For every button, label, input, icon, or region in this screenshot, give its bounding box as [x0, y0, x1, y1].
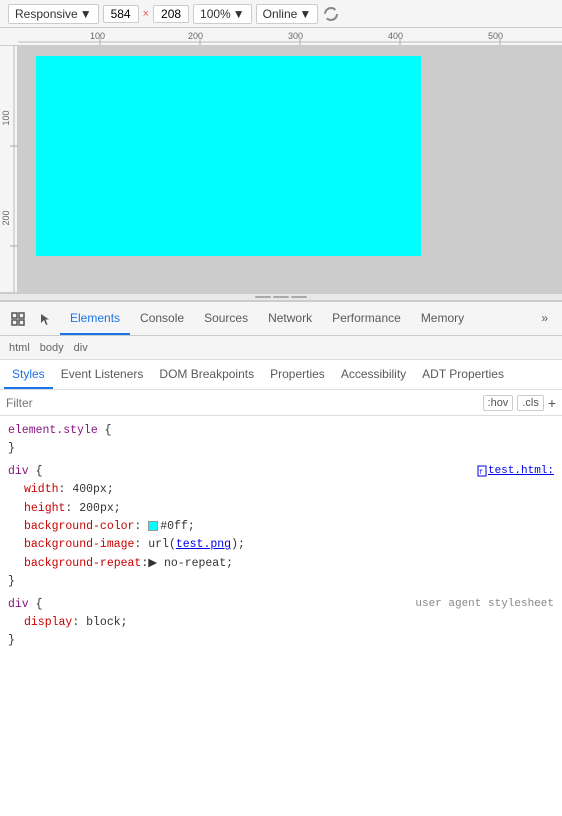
canvas-area: 75% 40%	[18, 46, 562, 292]
subtab-adt-properties[interactable]: ADT Properties	[414, 361, 512, 389]
val-bgimage-url[interactable]: test.png	[176, 538, 231, 551]
tab-elements[interactable]: Elements	[60, 303, 130, 335]
rule-selector-line: element.style {	[8, 422, 554, 440]
val-bgrepeat: no-repeat	[164, 557, 226, 570]
ua-comment: user agent stylesheet	[415, 596, 554, 614]
cursor-icon-btn[interactable]	[32, 305, 60, 333]
selector-ua-div: div	[8, 598, 29, 611]
rule-div-close: }	[8, 573, 554, 591]
val-width: 400px	[72, 483, 107, 496]
color-swatch[interactable]	[148, 521, 158, 531]
height-input[interactable]	[153, 5, 189, 23]
rule-ua-div: div { user agent stylesheet display: blo…	[0, 594, 562, 653]
subtab-properties[interactable]: Properties	[262, 361, 333, 389]
subtab-accessibility[interactable]: Accessibility	[333, 361, 414, 389]
zoom-chevron: ▼	[233, 7, 245, 21]
cls-button[interactable]: .cls	[517, 395, 544, 411]
width-input[interactable]	[103, 5, 139, 23]
no-throttle-icon[interactable]	[322, 5, 340, 23]
viewport: 100 200 300 400 500 100 200	[0, 28, 562, 293]
svg-text:400: 400	[388, 31, 403, 41]
prop-bgimage-line: background-image: url(test.png);	[8, 536, 554, 554]
css-rules-area: element.style { } div { f test.htm	[0, 416, 562, 816]
rule-div-header: div { f test.html:	[8, 463, 554, 481]
zoom-label: 100%	[200, 7, 231, 21]
rule-ua-header: div { user agent stylesheet	[8, 596, 554, 614]
open-brace-1: {	[105, 424, 112, 437]
online-label: Online	[263, 7, 298, 21]
open-brace-3: {	[36, 598, 43, 611]
prop-width: width	[24, 483, 59, 496]
prop-bgrepeat: background-repeat	[24, 557, 141, 570]
rule-div: div { f test.html: width: 400px; height:…	[0, 461, 562, 594]
prop-width-line: width: 400px;	[8, 481, 554, 499]
selector-element-style: element.style	[8, 424, 98, 437]
prop-bgimage: background-image	[24, 538, 134, 551]
prop-height-line: height: 200px;	[8, 500, 554, 518]
subtab-dom-breakpoints[interactable]: DOM Breakpoints	[151, 361, 262, 389]
breadcrumb-html[interactable]: html	[6, 341, 33, 355]
prop-bgcolor-line: background-color: #0ff;	[8, 518, 554, 536]
prop-display: display	[24, 616, 72, 629]
tab-console[interactable]: Console	[130, 303, 194, 335]
more-tabs-button[interactable]: »	[531, 303, 558, 335]
filter-input[interactable]	[6, 396, 479, 410]
rule-div-selector-line: div {	[8, 463, 43, 481]
selector-div: div	[8, 465, 29, 478]
close-brace-2: }	[8, 575, 15, 588]
online-chevron: ▼	[299, 7, 311, 21]
drag-dots	[255, 296, 307, 298]
val-display: block	[86, 616, 121, 629]
responsive-dropdown[interactable]: Responsive ▼	[8, 4, 99, 24]
subtab-event-listeners[interactable]: Event Listeners	[53, 361, 152, 389]
svg-text:200: 200	[188, 31, 203, 41]
svg-text:200: 200	[1, 210, 11, 225]
svg-text:100: 100	[1, 110, 11, 125]
svg-text:300: 300	[288, 31, 303, 41]
tab-memory[interactable]: Memory	[411, 303, 474, 335]
breadcrumb: html body div	[0, 336, 562, 360]
rule-ua-selector-line: div {	[8, 596, 43, 614]
svg-text:100: 100	[90, 31, 105, 41]
drag-handle[interactable]	[0, 293, 562, 301]
breadcrumb-div[interactable]: div	[71, 341, 91, 355]
val-bgcolor: #0ff	[160, 520, 188, 533]
styles-subtabs: Styles Event Listeners DOM Breakpoints P…	[0, 360, 562, 390]
cross-icon: ×	[143, 8, 149, 20]
rule-element-style: element.style { }	[0, 420, 562, 461]
add-style-button[interactable]: +	[548, 395, 556, 411]
val-height: 200px	[79, 502, 114, 515]
responsive-chevron: ▼	[80, 7, 92, 21]
devtools-tabs: Elements Console Sources Network Perform…	[0, 302, 562, 336]
devtools-panel: Elements Console Sources Network Perform…	[0, 301, 562, 816]
tab-performance[interactable]: Performance	[322, 303, 411, 335]
devtools-toolbar: Responsive ▼ × 100% ▼ Online ▼	[0, 0, 562, 28]
hov-button[interactable]: :hov	[483, 395, 514, 411]
open-brace-2: {	[36, 465, 43, 478]
tab-sources[interactable]: Sources	[194, 303, 258, 335]
inspect-icon-btn[interactable]	[4, 305, 32, 333]
prop-bgcolor: background-color	[24, 520, 134, 533]
subtab-styles[interactable]: Styles	[4, 361, 53, 389]
ruler-vertical: 100 200	[0, 46, 18, 292]
rule-close: }	[8, 440, 554, 458]
filter-bar: :hov .cls +	[0, 390, 562, 416]
close-brace-1: }	[8, 442, 15, 455]
breadcrumb-body[interactable]: body	[37, 341, 67, 355]
svg-text:f: f	[479, 469, 483, 476]
source-link-div[interactable]: test.html:	[488, 463, 554, 481]
prop-height: height	[24, 502, 65, 515]
prop-display-line: display: block;	[8, 614, 554, 632]
zoom-dropdown[interactable]: 100% ▼	[193, 4, 252, 24]
rule-div-source: f test.html:	[476, 463, 554, 481]
ruler-horizontal: 100 200 300 400 500	[0, 28, 562, 46]
close-brace-3: }	[8, 634, 15, 647]
svg-text:500: 500	[488, 31, 503, 41]
responsive-label: Responsive	[15, 7, 78, 21]
rule-ua-close: }	[8, 632, 554, 650]
online-dropdown[interactable]: Online ▼	[256, 4, 319, 24]
tab-network[interactable]: Network	[258, 303, 322, 335]
cyan-div	[36, 56, 421, 256]
prop-bgrepeat-line: background-repeat:▶ no-repeat;	[8, 555, 554, 573]
